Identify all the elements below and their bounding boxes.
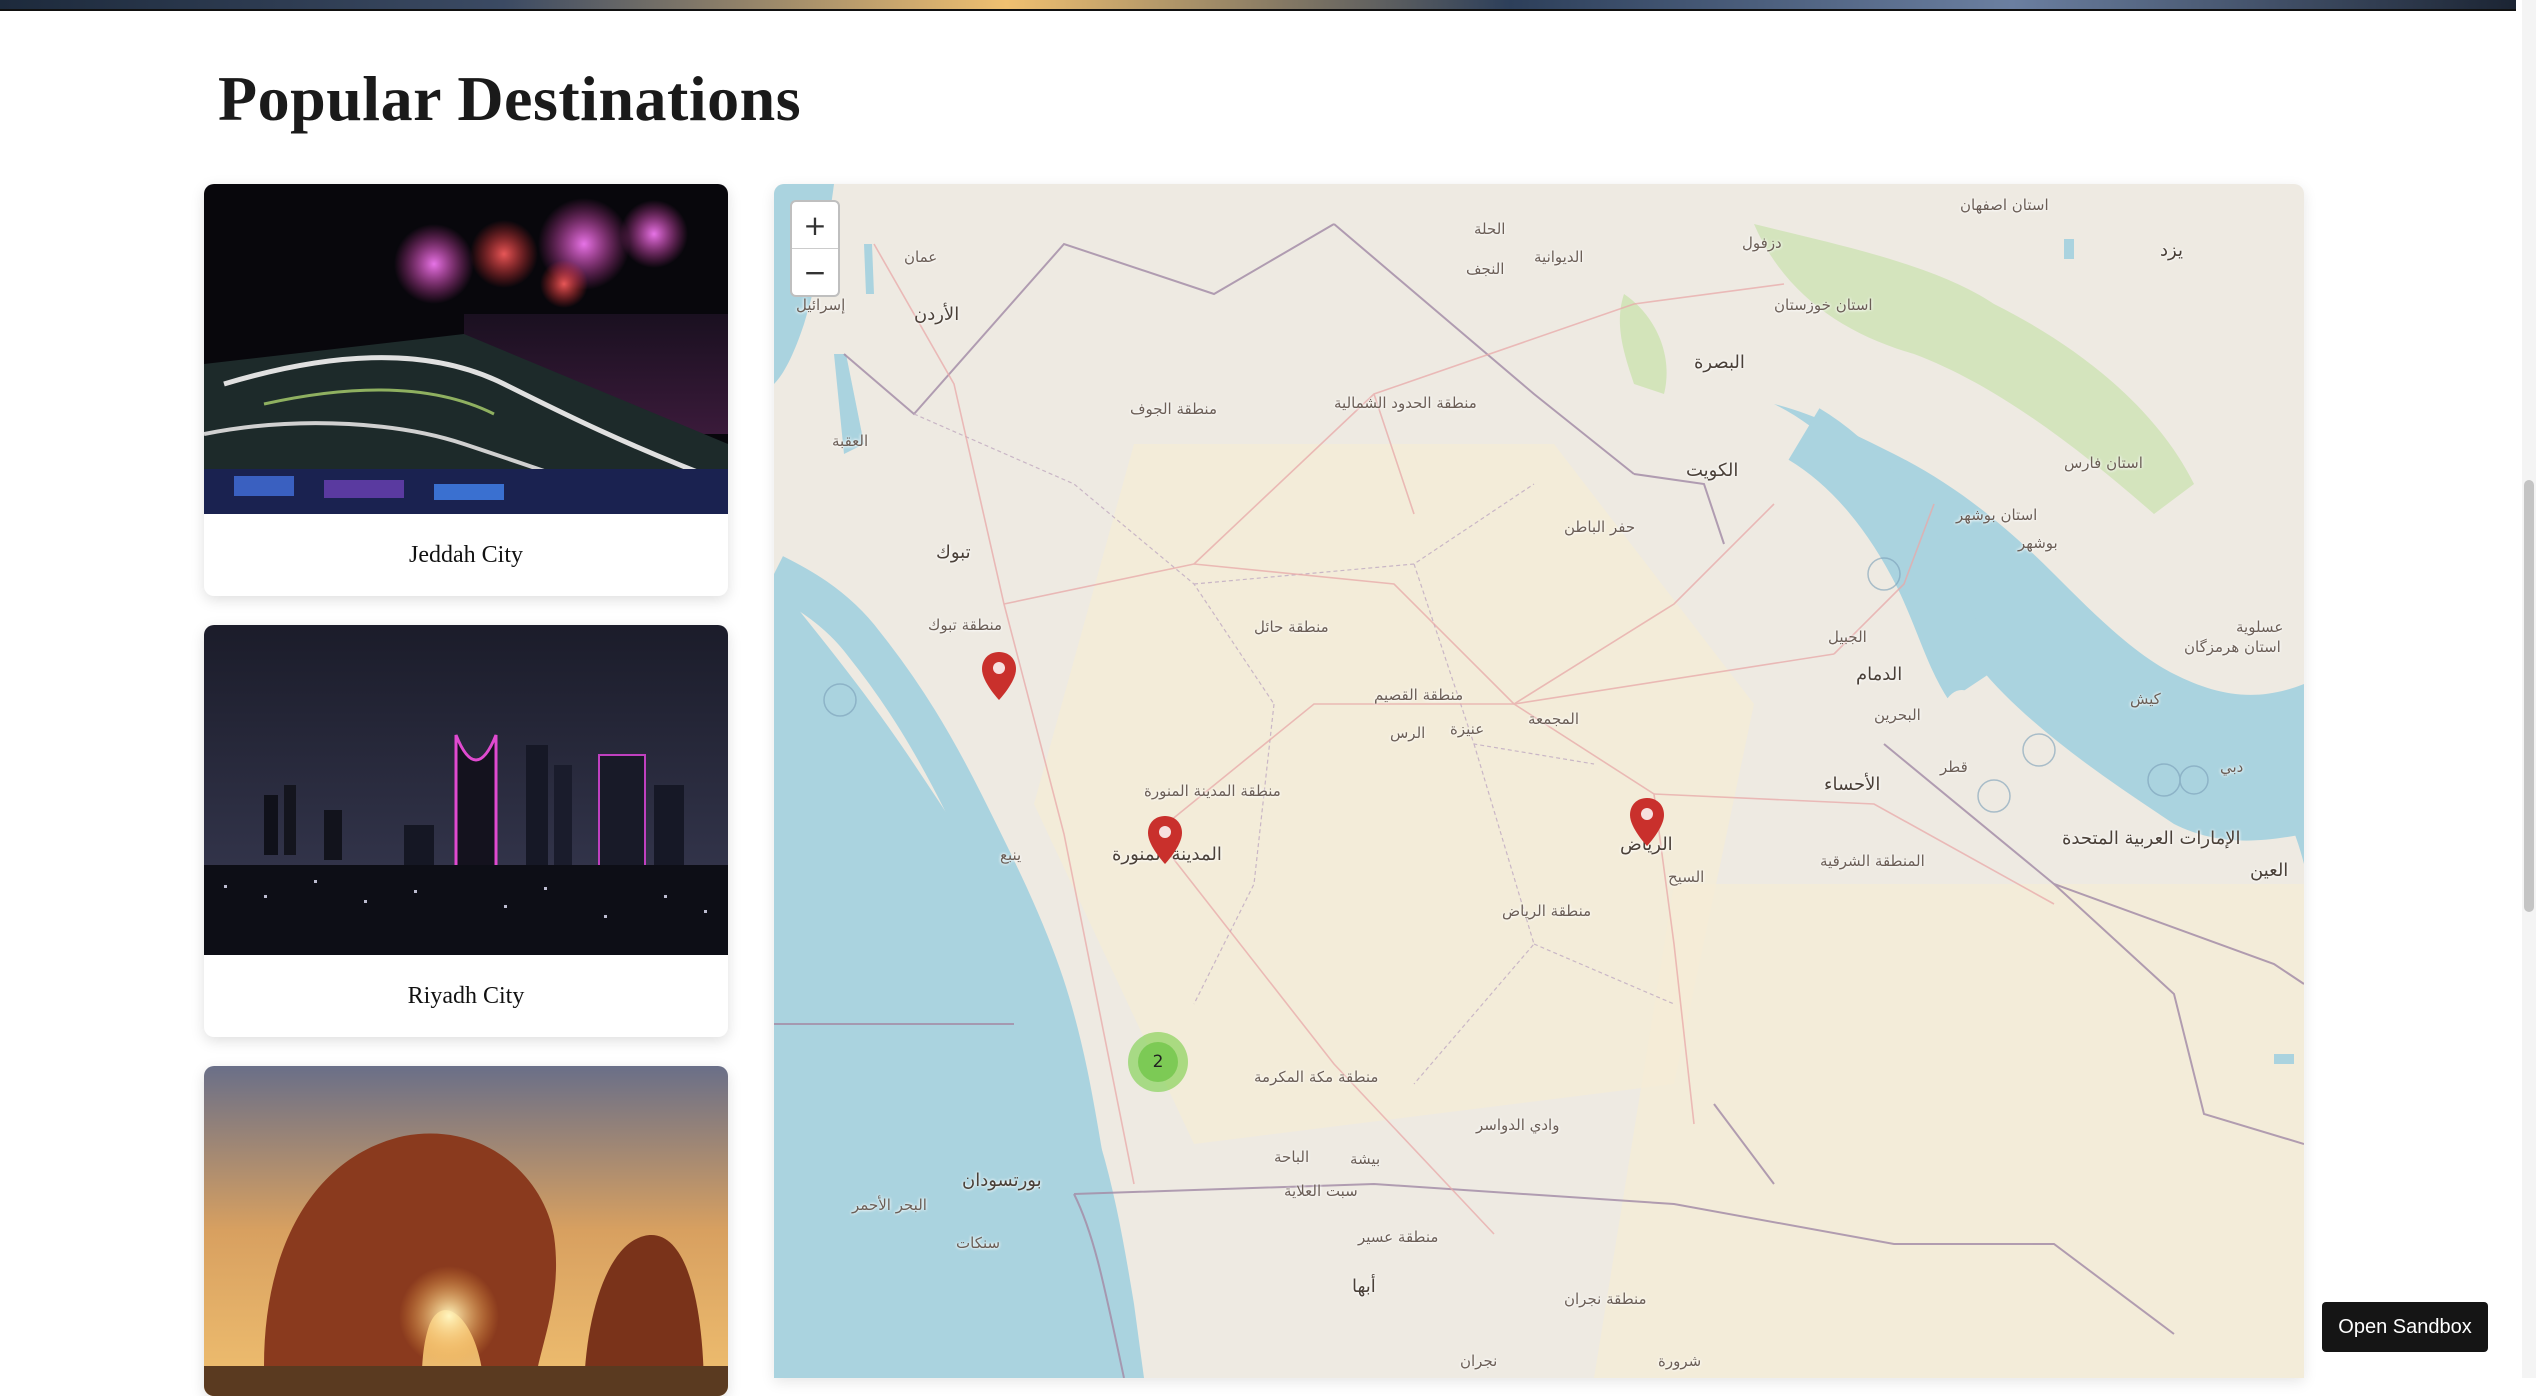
zoom-out-button[interactable]: − (792, 248, 838, 295)
map-label: المجمعة (1528, 710, 1580, 728)
map-label: منطقة حائل (1254, 618, 1329, 636)
map-label: العين (2250, 860, 2289, 881)
map-label: سبت العلاية (1284, 1182, 1358, 1200)
open-sandbox-button[interactable]: Open Sandbox (2322, 1302, 2488, 1352)
map-label: الإمارات العربية المتحدة (2062, 828, 2241, 849)
zoom-in-button[interactable]: + (792, 202, 838, 248)
map-label: قطر (1940, 758, 1968, 776)
jeddah-image (204, 184, 728, 514)
map-label: استان فارس (2064, 454, 2143, 472)
destination-card-riyadh[interactable]: Riyadh City (204, 625, 728, 1037)
destination-card-alula[interactable] (204, 1066, 728, 1396)
map-label: الحلة (1474, 220, 1506, 238)
map-label: منطقة نجران (1564, 1290, 1647, 1308)
map-label: الدمام (1856, 664, 1903, 685)
map-label: وادي الدواسر (1476, 1116, 1560, 1134)
map-label: منطقة الجوف (1130, 400, 1217, 418)
map-label: منطقة عسير (1358, 1228, 1439, 1246)
map-cluster-jeddah[interactable]: 2 (1128, 1032, 1188, 1092)
map-label: الأحساء (1824, 774, 1881, 795)
cluster-count: 2 (1138, 1042, 1178, 1082)
map-marker-tabuk[interactable] (980, 650, 1018, 702)
map-pin-icon (1630, 798, 1664, 846)
map-label: استان خوزستان (1774, 296, 1873, 314)
map-label: منطقة مكة المكرمة (1254, 1068, 1379, 1086)
map-label: البحرين (1874, 706, 1921, 724)
map-label: بيشة (1350, 1150, 1381, 1168)
map-label: شرورة (1658, 1352, 1702, 1370)
map-label: الجبيل (1828, 628, 1867, 646)
map-label: بورتسودان (962, 1170, 1042, 1191)
map-label: البصرة (1694, 352, 1745, 373)
map-label: بوشهر (2018, 534, 2058, 552)
map-pin-icon (982, 652, 1016, 700)
map-label: منطقة المدينة المنورة (1144, 782, 1281, 800)
map-label: الأردن (914, 304, 960, 325)
riyadh-image (204, 625, 728, 955)
map-label: حفر الباطن (1564, 518, 1636, 536)
card-caption: Jeddah City (409, 541, 523, 568)
map-label: الديوانية (1534, 248, 1584, 266)
map-label: دزفول (1742, 234, 1782, 252)
destination-card-jeddah[interactable]: Jeddah City (204, 184, 728, 596)
zoom-control: + − (790, 200, 840, 297)
map-label: منطقة الحدود الشمالية (1334, 394, 1477, 412)
map-marker-riyadh[interactable] (1628, 796, 1666, 848)
map-label: ينبع (1000, 846, 1022, 864)
page-scrollbar[interactable] (2522, 0, 2536, 1378)
map-label: إسرائيل (796, 296, 846, 314)
map-label: الباحة (1274, 1148, 1310, 1166)
map-label: دبي (2220, 758, 2244, 776)
scrollbar-thumb[interactable] (2524, 480, 2534, 912)
map-label: منطقة الرياض (1502, 902, 1592, 920)
hero-image-bottom-edge (0, 0, 2516, 11)
section-title: Popular Destinations (218, 63, 802, 134)
map-label: عمان (904, 248, 938, 266)
map-label: استان اصفهان (1960, 196, 2049, 214)
map-label: المنطقة الشرقية (1820, 852, 1925, 870)
map-label: البحر الأحمر (852, 1196, 927, 1214)
map-label: استان هرمزگان (2184, 638, 2281, 656)
map-label: الرس (1390, 724, 1426, 742)
destinations-map[interactable]: عمان الأردن إسرائيل تبوك منطقة تبوك العق… (774, 184, 2304, 1378)
map-marker-madinah[interactable] (1146, 814, 1184, 866)
map-label: نجران (1460, 1352, 1498, 1370)
alula-elephant-rock-image (204, 1066, 728, 1396)
map-label: الكويت (1686, 460, 1739, 481)
map-label: كيش (2130, 690, 2161, 708)
map-label: تبوك (936, 542, 971, 563)
map-label: منطقة تبوك (928, 616, 1003, 634)
map-label: السيح (1668, 868, 1705, 886)
map-label: سنكات (956, 1234, 1001, 1252)
map-label: منطقة القصيم (1374, 686, 1464, 704)
map-label: عنيزة (1450, 720, 1485, 738)
map-label: عسلوية (2236, 618, 2284, 636)
map-pin-icon (1148, 816, 1182, 864)
map-label: النجف (1466, 260, 1505, 278)
map-label: استان بوشهر (1956, 506, 2038, 524)
card-caption: Riyadh City (407, 982, 525, 1009)
map-tiles (774, 184, 2304, 1378)
map-label: أبها (1352, 1276, 1376, 1297)
map-label: یزد (2160, 240, 2183, 261)
map-label: العقبة (832, 432, 869, 450)
